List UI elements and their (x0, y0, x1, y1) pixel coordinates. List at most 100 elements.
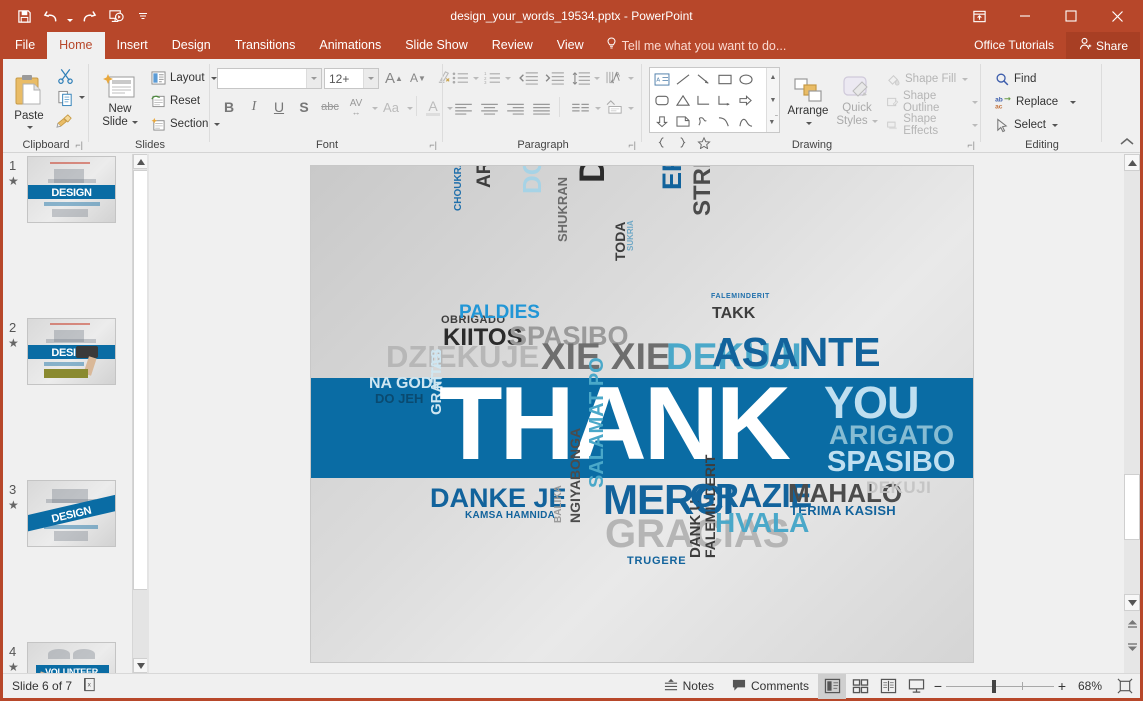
tab-home[interactable]: Home (47, 32, 104, 59)
slide-sorter-view-button[interactable] (846, 674, 874, 699)
text-shadow-button[interactable]: S (294, 97, 314, 117)
shape-fill-dropdown-icon[interactable] (962, 78, 968, 81)
minimize-icon[interactable] (1002, 0, 1048, 32)
paste-button[interactable]: Paste (7, 65, 51, 137)
reading-view-button[interactable] (874, 674, 902, 699)
quick-styles-button[interactable]: Quick Styles (833, 69, 881, 133)
shape-line-icon[interactable] (672, 69, 693, 90)
tab-design[interactable]: Design (160, 32, 223, 59)
zoom-out-button[interactable]: − (930, 678, 946, 694)
paste-dropdown-icon[interactable] (27, 126, 33, 129)
ribbon-display-options-icon[interactable] (956, 0, 1002, 32)
cut-button[interactable] (53, 64, 77, 86)
arrange-button[interactable]: Arrange (785, 69, 831, 133)
thumbnail-scrollbar-thumb[interactable] (133, 170, 148, 590)
share-button[interactable]: Share (1066, 32, 1140, 59)
paragraph-dialog-launcher[interactable]: ⌐| (628, 140, 636, 150)
columns-dropdown-icon[interactable] (595, 107, 601, 110)
thumbnail-slide-2[interactable]: 2 ★ DESIGN (3, 316, 132, 397)
shapes-scroll-up-icon[interactable]: ▲ (767, 68, 780, 87)
select-dropdown-icon[interactable] (1052, 124, 1058, 127)
copy-button[interactable] (53, 87, 77, 109)
thumbnail-image[interactable]: VOLUNTEER (27, 642, 116, 673)
thumbnail-slide-4[interactable]: 4 ★ VOLUNTEER (3, 640, 132, 673)
user-name[interactable]: Office Tutorials (962, 32, 1066, 59)
normal-view-button[interactable] (818, 674, 846, 699)
tab-view[interactable]: View (545, 32, 596, 59)
quick-styles-dropdown-icon[interactable] (872, 120, 878, 123)
justify-button[interactable] (529, 99, 553, 119)
thumbnail-image[interactable]: DESIGN (27, 318, 116, 385)
change-case-dropdown-icon[interactable] (407, 107, 413, 110)
scroll-down-icon[interactable] (1124, 594, 1140, 611)
shape-arrow-icon[interactable] (693, 69, 714, 90)
slide-indicator[interactable]: Slide 6 of 7 (12, 679, 72, 693)
zoom-percentage[interactable]: 68% (1070, 679, 1110, 693)
underline-button[interactable]: U (269, 97, 289, 117)
new-slide-dropdown-icon[interactable] (132, 121, 138, 124)
bullets-dropdown-icon[interactable] (473, 77, 479, 80)
convert-to-smartart-button[interactable] (604, 97, 626, 117)
increase-font-size-button[interactable]: A▲ (383, 67, 405, 89)
drawing-dialog-launcher[interactable]: ⌐| (967, 140, 975, 150)
zoom-in-button[interactable]: + (1054, 678, 1070, 694)
tab-review[interactable]: Review (480, 32, 545, 59)
numbering-dropdown-icon[interactable] (505, 77, 511, 80)
shape-curve-icon[interactable] (714, 111, 735, 132)
tab-file[interactable]: File (3, 32, 47, 59)
bold-button[interactable]: B (219, 97, 239, 117)
thumbnail-panel-scrollbar[interactable] (132, 154, 147, 673)
fit-slide-to-window-button[interactable] (1110, 674, 1140, 699)
bullets-button[interactable] (450, 68, 470, 88)
font-name-dropdown-icon[interactable] (306, 69, 321, 88)
collapse-ribbon-button[interactable] (1120, 137, 1134, 150)
spell-check-icon[interactable]: x (82, 677, 98, 695)
clipboard-dialog-launcher[interactable]: ⌐| (75, 140, 83, 150)
maximize-icon[interactable] (1048, 0, 1094, 32)
comments-button[interactable]: Comments (723, 674, 818, 699)
replace-button[interactable]: abac Replace (992, 91, 1079, 113)
text-direction-dropdown-icon[interactable] (628, 77, 634, 80)
font-name-combo[interactable] (217, 68, 322, 89)
decrease-font-size-button[interactable]: A▼ (407, 67, 429, 89)
select-button[interactable]: Select (992, 114, 1061, 136)
character-spacing-button[interactable]: AV ↔ (344, 95, 368, 119)
shape-elbow-arrow-icon[interactable] (714, 90, 735, 111)
replace-dropdown-icon[interactable] (1070, 101, 1076, 104)
zoom-slider[interactable] (946, 674, 1054, 699)
font-dialog-launcher[interactable]: ⌐| (429, 140, 437, 150)
close-icon[interactable] (1094, 0, 1140, 32)
change-case-button[interactable]: Aa (379, 97, 403, 117)
shapes-gallery[interactable]: A (649, 67, 780, 133)
shape-right-arrow-icon[interactable] (735, 90, 756, 111)
shape-outline-dropdown-icon[interactable] (972, 101, 978, 104)
format-painter-button[interactable] (53, 110, 77, 132)
shape-rectangle-icon[interactable] (714, 69, 735, 90)
new-slide-button[interactable]: New Slide (96, 65, 144, 137)
reset-button[interactable]: Reset (148, 90, 203, 112)
numbering-button[interactable]: 123 (482, 68, 502, 88)
copy-dropdown-icon[interactable] (79, 96, 85, 99)
tab-slide-show[interactable]: Slide Show (393, 32, 480, 59)
tell-me-box[interactable]: Tell me what you want to do... (596, 32, 787, 59)
arrange-dropdown-icon[interactable] (806, 122, 812, 125)
shape-outline-button[interactable]: Shape Outline (883, 91, 981, 113)
shapes-gallery-scrollbar[interactable]: ▲ ▼ ▼‾ (766, 68, 779, 132)
shape-scribble-icon[interactable] (693, 111, 714, 132)
thumbnail-slide-3[interactable]: 3 ★ DESIGN (3, 478, 132, 559)
shape-elbow-connector-icon[interactable] (693, 90, 714, 111)
thumbnail-scroll-down-icon[interactable] (133, 658, 148, 673)
shapes-scroll-down-icon[interactable]: ▼ (767, 91, 780, 110)
strikethrough-button[interactable]: abc (317, 97, 343, 117)
font-size-combo[interactable]: 12+ (324, 68, 379, 89)
tab-insert[interactable]: Insert (105, 32, 160, 59)
shape-effects-dropdown-icon[interactable] (972, 124, 978, 127)
slide-pane-scrollbar[interactable] (1124, 154, 1140, 673)
thumbnail-image[interactable]: DESIGN (27, 156, 116, 223)
shape-folded-corner-icon[interactable] (672, 111, 693, 132)
columns-button[interactable] (568, 99, 592, 119)
find-button[interactable]: Find (992, 68, 1039, 90)
shape-down-arrow-icon[interactable] (651, 111, 672, 132)
shape-fill-button[interactable]: Shape Fill (883, 68, 971, 90)
smartart-dropdown-icon[interactable] (628, 107, 634, 110)
